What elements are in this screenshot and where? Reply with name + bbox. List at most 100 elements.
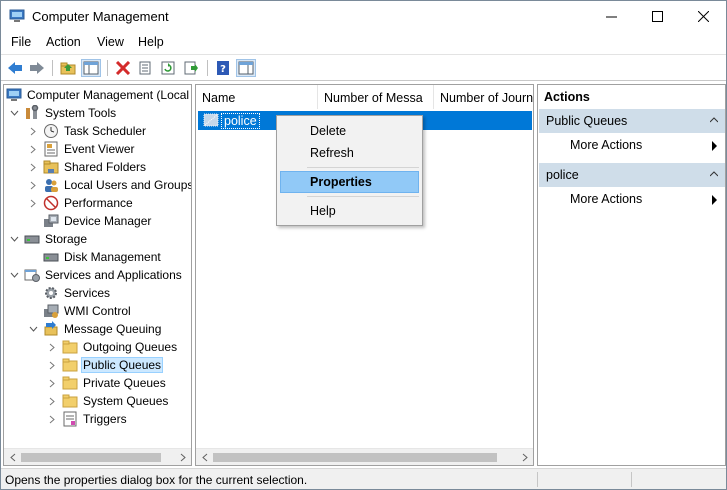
- collapse-up-icon[interactable]: [710, 117, 718, 123]
- forward-button[interactable]: [27, 59, 47, 77]
- tree-item-public-queues[interactable]: Public Queues: [47, 356, 164, 374]
- triggers-icon: [62, 411, 78, 427]
- show-hide-action-pane-icon: [238, 61, 254, 75]
- list-horizontal-scrollbar[interactable]: [196, 448, 533, 465]
- actions-pane: Actions Public Queues More Actions polic…: [537, 84, 726, 466]
- chevron-right-icon[interactable]: [47, 338, 57, 356]
- close-button[interactable]: [680, 1, 726, 32]
- collapse-up-icon[interactable]: [710, 171, 718, 177]
- properties-button[interactable]: [135, 59, 155, 77]
- context-menu-delete[interactable]: Delete: [280, 120, 419, 142]
- chevron-right-icon[interactable]: [28, 140, 38, 158]
- chevron-right-icon[interactable]: [28, 194, 38, 212]
- tree-item-services-and-applications[interactable]: Services and Applications: [9, 266, 184, 284]
- context-menu-properties[interactable]: Properties: [280, 171, 419, 193]
- up-one-level-button[interactable]: [58, 59, 78, 77]
- menu-bar: File Action View Help: [1, 32, 726, 53]
- menu-separator: [307, 196, 419, 197]
- tree-item-task-scheduler[interactable]: Task Scheduler: [28, 122, 148, 140]
- actions-section-public-queues[interactable]: Public Queues: [539, 109, 725, 133]
- more-actions-label: More Actions: [570, 138, 643, 152]
- chevron-right-icon[interactable]: [28, 176, 38, 194]
- chevron-right-icon[interactable]: [47, 410, 57, 428]
- properties-icon: [139, 61, 151, 75]
- tree-item-event-viewer[interactable]: Event Viewer: [28, 140, 136, 158]
- tree-item-triggers[interactable]: Triggers: [47, 410, 129, 428]
- tree-item-shared-folders[interactable]: Shared Folders: [28, 158, 148, 176]
- menu-view[interactable]: View: [97, 35, 124, 49]
- chevron-right-icon[interactable]: [47, 356, 57, 374]
- tree-item-performance[interactable]: Performance: [28, 194, 135, 212]
- column-header-name[interactable]: Name: [196, 85, 318, 109]
- tree-item-outgoing-queues[interactable]: Outgoing Queues: [47, 338, 179, 356]
- tree-item-message-queuing[interactable]: Message Queuing: [28, 320, 163, 338]
- actions-section-label: police: [546, 168, 579, 182]
- chevron-down-icon[interactable]: [9, 230, 19, 248]
- tree-item-system-queues[interactable]: System Queues: [47, 392, 170, 410]
- tree-horizontal-scrollbar[interactable]: [4, 448, 191, 465]
- column-header-number-of-messages[interactable]: Number of Messa: [318, 85, 434, 109]
- tree-item-wmi-control[interactable]: WMI Control: [43, 302, 133, 320]
- show-hide-console-tree-button[interactable]: [81, 59, 101, 77]
- tree-item-computer-management[interactable]: Computer Management (Local: [6, 86, 191, 104]
- export-list-button[interactable]: [181, 59, 201, 77]
- context-menu-help[interactable]: Help: [280, 200, 419, 222]
- wmi-control-icon: [43, 303, 59, 319]
- column-header-number-of-journal-messages[interactable]: Number of Journ: [434, 85, 533, 109]
- scroll-left-icon[interactable]: [4, 449, 21, 465]
- chevron-down-icon[interactable]: [9, 104, 19, 122]
- scrollbar-thumb[interactable]: [21, 453, 161, 462]
- scroll-right-icon[interactable]: [516, 449, 533, 465]
- scroll-right-icon[interactable]: [174, 449, 191, 465]
- more-actions-police[interactable]: More Actions: [538, 189, 725, 209]
- context-menu-refresh[interactable]: Refresh: [280, 142, 419, 164]
- status-divider: [631, 472, 632, 487]
- refresh-button[interactable]: [158, 59, 178, 77]
- chevron-down-icon[interactable]: [9, 266, 19, 284]
- title-bar[interactable]: Computer Management: [1, 1, 726, 32]
- computer-management-icon: [9, 9, 25, 23]
- shared-folder-icon: [43, 159, 59, 175]
- chevron-right-icon[interactable]: [47, 392, 57, 410]
- tree-item-storage[interactable]: Storage: [9, 230, 89, 248]
- delete-icon: [115, 61, 131, 75]
- toolbar-separator: [52, 60, 53, 76]
- delete-button[interactable]: [113, 59, 133, 77]
- back-icon: [8, 62, 22, 74]
- gear-icon: [43, 285, 59, 301]
- back-button[interactable]: [5, 59, 25, 77]
- users-icon: [43, 177, 59, 193]
- scrollbar-thumb[interactable]: [213, 453, 497, 462]
- show-hide-action-pane-button[interactable]: [236, 59, 256, 77]
- event-viewer-icon: [43, 141, 59, 157]
- minimize-button[interactable]: [588, 1, 634, 32]
- menu-action[interactable]: Action: [46, 35, 81, 49]
- chevron-right-icon[interactable]: [28, 122, 38, 140]
- help-button[interactable]: ?: [213, 59, 233, 77]
- more-actions-label: More Actions: [570, 192, 643, 206]
- more-actions-public-queues[interactable]: More Actions: [538, 135, 725, 155]
- menu-file[interactable]: File: [11, 35, 31, 49]
- chevron-right-icon[interactable]: [47, 374, 57, 392]
- toolbar: ?: [1, 54, 726, 81]
- console-tree[interactable]: Computer Management (Local System Tools …: [3, 84, 192, 466]
- maximize-button[interactable]: [634, 1, 680, 32]
- menu-help[interactable]: Help: [138, 35, 164, 49]
- actions-section-police[interactable]: police: [539, 163, 725, 187]
- folder-icon: [62, 339, 78, 355]
- tree-item-private-queues[interactable]: Private Queues: [47, 374, 168, 392]
- tree-item-system-tools[interactable]: System Tools: [9, 104, 118, 122]
- chevron-down-icon[interactable]: [28, 320, 38, 338]
- tree-item-disk-management[interactable]: Disk Management: [43, 248, 163, 266]
- maximize-icon: [651, 11, 663, 22]
- storage-icon: [24, 231, 40, 247]
- context-menu: Delete Refresh Properties Help: [276, 115, 423, 226]
- submenu-arrow-icon: [712, 141, 717, 151]
- tree-item-services[interactable]: Services: [43, 284, 112, 302]
- tree-item-local-users-and-groups[interactable]: Local Users and Groups: [28, 176, 191, 194]
- scroll-left-icon[interactable]: [196, 449, 213, 465]
- list-item-label: police: [221, 113, 260, 129]
- chevron-right-icon[interactable]: [28, 158, 38, 176]
- tree-item-device-manager[interactable]: Device Manager: [43, 212, 153, 230]
- toolbar-separator: [107, 60, 108, 76]
